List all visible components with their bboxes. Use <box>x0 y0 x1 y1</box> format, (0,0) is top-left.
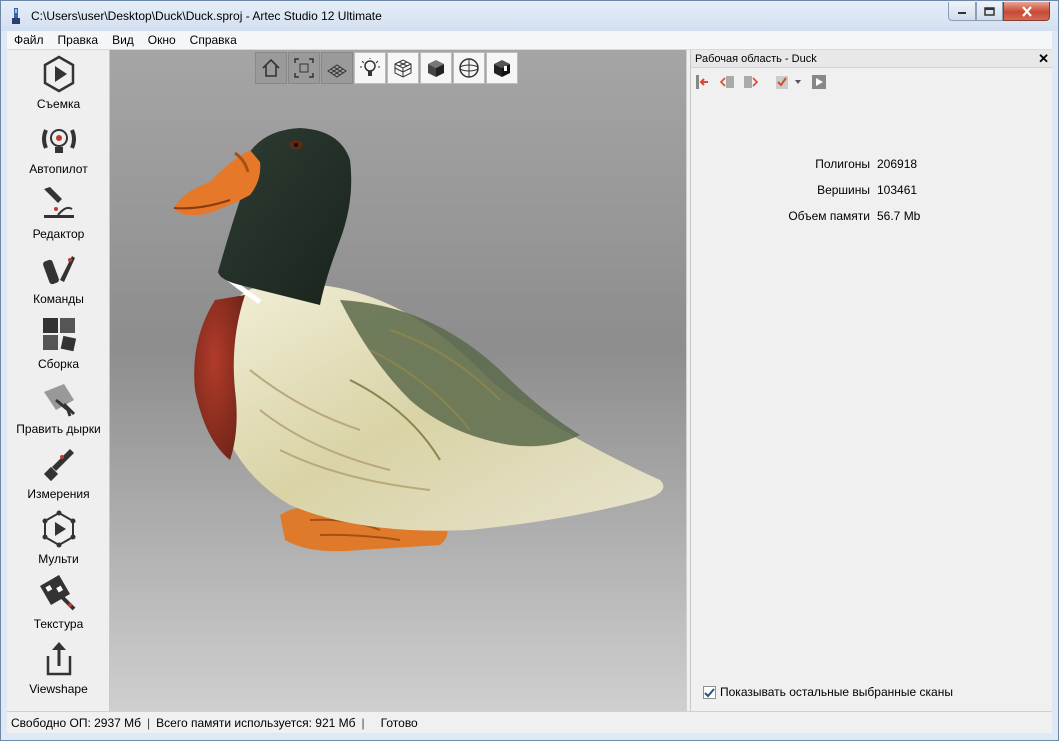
minimize-icon <box>958 12 966 14</box>
stat-label: Вершины <box>817 183 870 197</box>
tool-label: Править дырки <box>16 422 101 436</box>
workspace-panel: Рабочая область - Duck ✕ Полигоны 206918… <box>690 50 1053 711</box>
show-other-scans-label: Показывать остальные выбранные сканы <box>720 685 953 699</box>
status-separator: | <box>147 715 151 730</box>
stat-value: 206918 <box>877 157 918 171</box>
maximize-icon <box>984 6 995 16</box>
share-upload-icon <box>46 642 72 676</box>
status-state: Готово <box>380 715 418 730</box>
texture-brush-icon <box>40 575 76 611</box>
close-icon <box>1021 5 1032 17</box>
show-other-scans-checkbox[interactable] <box>703 685 716 699</box>
artec-app-icon <box>12 8 20 24</box>
stat-label: Объем памяти <box>788 209 870 223</box>
status-total-memory: Всего памяти используется: 921 Мб <box>156 715 356 730</box>
stat-label: Полигоны <box>815 157 870 171</box>
close-button[interactable] <box>1003 2 1050 21</box>
tool-viewshape[interactable]: Viewshape <box>7 635 110 700</box>
stat-value: 56.7 Mb <box>877 209 921 223</box>
tool-measure[interactable]: Измерения <box>7 440 110 505</box>
tool-label: Команды <box>33 292 84 306</box>
tool-assembly[interactable]: Сборка <box>7 310 110 375</box>
app-window: C:\Users\user\Desktop\Duck\Duck.sproj - … <box>0 0 1059 741</box>
tool-label: Редактор <box>32 227 85 241</box>
panel-title: Рабочая область - Duck <box>695 53 817 65</box>
title-bar[interactable]: C:\Users\user\Desktop\Duck\Duck.sproj - … <box>1 1 1058 31</box>
menu-bar: Файл Правка Вид Окно Справка <box>7 31 1052 50</box>
stat-memory: Объем памяти 56.7 Mb <box>691 209 1053 235</box>
multi-network-icon <box>42 510 76 548</box>
menu-window[interactable]: Окно <box>141 33 183 47</box>
tool-commands[interactable]: Команды <box>7 245 110 310</box>
tool-label: Съемка <box>36 97 81 111</box>
tool-label: Измерения <box>27 487 90 501</box>
model-stats: Полигоны 206918 Вершины 103461 Объем пам… <box>691 157 1053 235</box>
panel-header: Рабочая область - Duck ✕ <box>691 50 1053 68</box>
tool-autopilot[interactable]: Автопилот <box>7 115 110 180</box>
panel-close-button[interactable]: ✕ <box>1038 51 1049 67</box>
menu-help[interactable]: Справка <box>183 33 244 47</box>
export-left-icon[interactable] <box>695 74 711 90</box>
tool-label: Автопилот <box>29 162 88 176</box>
play-icon[interactable] <box>811 74 827 90</box>
stat-polygons: Полигоны 206918 <box>691 157 1053 183</box>
scan-play-icon <box>43 55 75 93</box>
status-bar: Свободно ОП: 2937 Мб | Всего памяти испо… <box>7 711 1052 733</box>
checklist-dropdown-icon[interactable] <box>775 74 803 90</box>
status-free-ram: Свободно ОП: 2937 Мб <box>11 715 142 730</box>
fill-holes-icon <box>44 384 76 417</box>
tools-knife-icon <box>43 256 75 285</box>
stat-value: 103461 <box>877 183 918 197</box>
3d-viewport[interactable] <box>110 50 686 711</box>
tool-fix-holes[interactable]: Править дырки <box>7 375 110 440</box>
prev-icon[interactable] <box>719 74 735 90</box>
eraser-editor-icon <box>44 187 74 218</box>
maximize-button[interactable] <box>976 2 1003 21</box>
menu-edit[interactable]: Правка <box>51 33 106 47</box>
checkmark-icon <box>704 687 715 697</box>
show-other-scans-option[interactable]: Показывать остальные выбранные сканы <box>703 685 953 699</box>
tool-editor[interactable]: Редактор <box>7 180 110 245</box>
main-frame: Съемка Автопилот Редактор Команды Сборка… <box>7 50 1053 711</box>
menu-view[interactable]: Вид <box>105 33 141 47</box>
next-icon[interactable] <box>743 74 759 90</box>
duck-3d-model[interactable] <box>110 50 686 711</box>
left-toolbar: Съемка Автопилот Редактор Команды Сборка… <box>7 50 110 711</box>
status-separator: | <box>361 715 365 730</box>
puzzle-icon <box>43 318 77 352</box>
tool-label: Viewshape <box>29 682 88 696</box>
minimize-button[interactable] <box>948 2 976 21</box>
panel-toolbar <box>695 72 835 92</box>
stat-vertices: Вершины 103461 <box>691 183 1053 209</box>
window-title: C:\Users\user\Desktop\Duck\Duck.sproj - … <box>31 9 382 23</box>
tool-label: Текстура <box>33 617 84 631</box>
tool-label: Сборка <box>37 357 80 371</box>
tool-scan[interactable]: Съемка <box>7 50 110 115</box>
tool-multi[interactable]: Мульти <box>7 505 110 570</box>
tool-label: Мульти <box>38 552 79 566</box>
autopilot-icon <box>42 129 76 153</box>
measure-probe-icon <box>43 449 74 482</box>
tool-texture[interactable]: Текстура <box>7 570 110 635</box>
menu-file[interactable]: Файл <box>7 33 51 47</box>
